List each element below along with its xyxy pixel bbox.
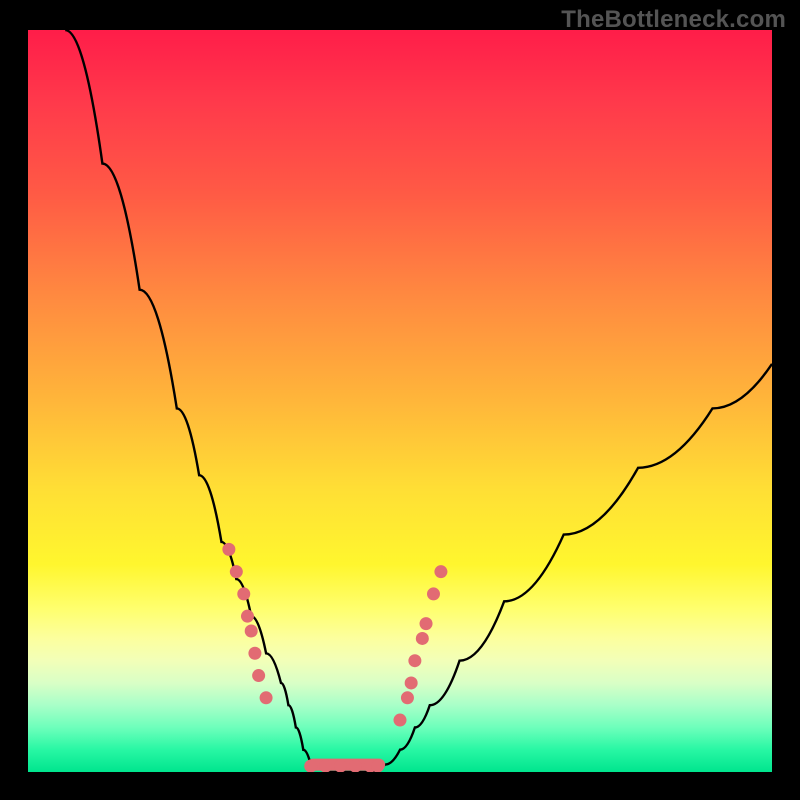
curve-marker-dot	[427, 587, 440, 600]
curve-marker-dot	[405, 676, 418, 689]
curve-marker-dot	[416, 632, 429, 645]
curve-marker-dot	[434, 565, 447, 578]
curve-marker-dot	[230, 565, 243, 578]
curve-marker-dot	[237, 587, 250, 600]
curve-marker-dot	[401, 691, 414, 704]
curve-marker-dot	[304, 760, 317, 772]
curve-marker-dot	[319, 760, 332, 772]
curve-marker-dot	[394, 714, 407, 727]
chart-frame: TheBottleneck.com	[0, 0, 800, 800]
curve-marker-dot	[252, 669, 265, 682]
curve-layer	[28, 30, 772, 772]
curve-marker-dot	[241, 610, 254, 623]
curve-marker-dot	[371, 760, 384, 772]
plot-area	[28, 30, 772, 772]
curve-marker-dot	[248, 647, 261, 660]
curve-markers	[222, 543, 447, 772]
curve-marker-dot	[420, 617, 433, 630]
curve-marker-dot	[349, 760, 362, 772]
curve-marker-dot	[245, 625, 258, 638]
curve-marker-dot	[334, 760, 347, 772]
watermark-text: TheBottleneck.com	[561, 6, 786, 34]
curve-marker-dot	[260, 691, 273, 704]
curve-marker-dot	[408, 654, 421, 667]
curve-marker-dot	[222, 543, 235, 556]
